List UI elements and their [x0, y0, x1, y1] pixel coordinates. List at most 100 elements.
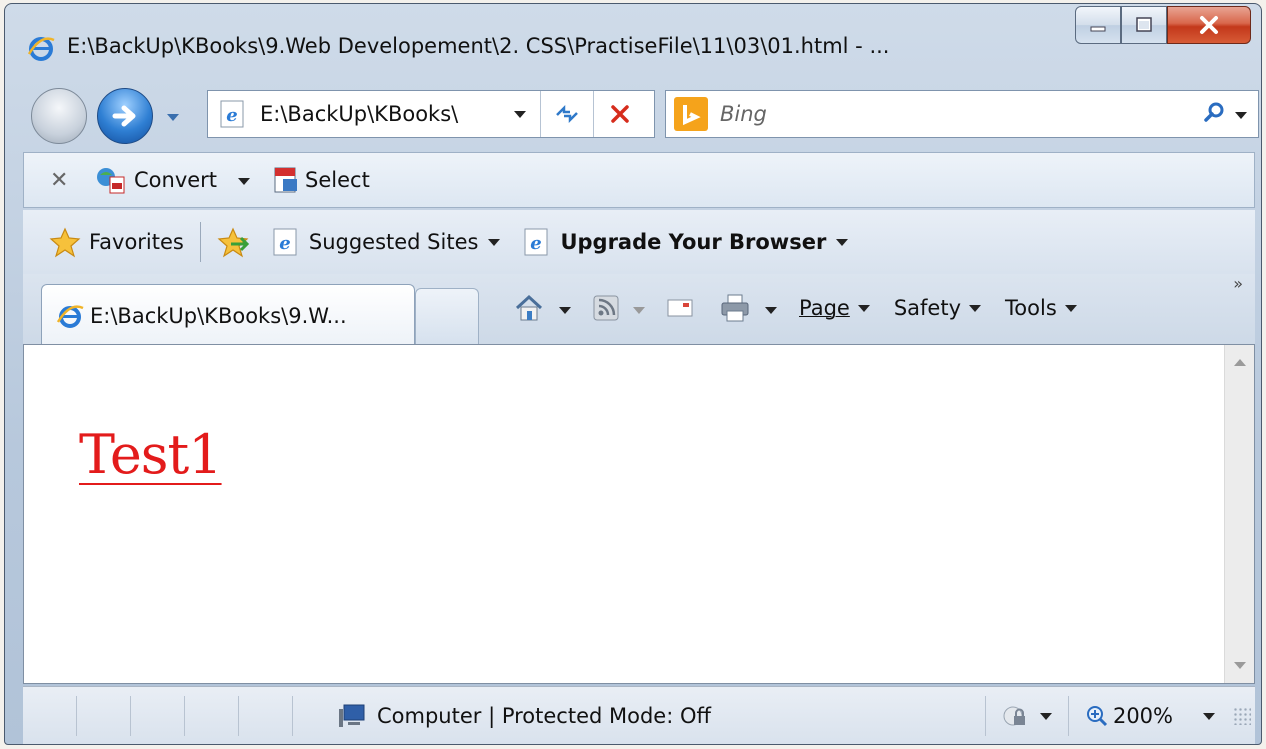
read-mail-button[interactable]	[667, 298, 693, 318]
maximize-button[interactable]	[1121, 6, 1167, 44]
search-input[interactable]: Bing	[720, 102, 1202, 126]
select-pdf-icon	[274, 167, 298, 193]
search-icon	[1204, 102, 1224, 122]
convert-button[interactable]: Convert	[94, 165, 217, 195]
resize-grip[interactable]	[1233, 707, 1251, 725]
suggested-sites-label: Suggested Sites	[308, 230, 479, 254]
convert-label: Convert	[134, 168, 218, 192]
svg-text:e: e	[279, 233, 290, 254]
security-zone[interactable]: Computer | Protected Mode: Off	[337, 703, 711, 729]
tab-row: E:\BackUp\KBooks\9.W... Page Safety Tool…	[23, 274, 1255, 346]
page-menu[interactable]: Page	[799, 296, 870, 320]
zoom-button[interactable]: 200%	[1085, 704, 1215, 728]
status-cell	[185, 695, 239, 736]
suggested-sites-button[interactable]: e Suggested Sites	[271, 227, 501, 257]
vertical-scrollbar[interactable]	[1224, 345, 1254, 683]
chevron-down-icon	[857, 304, 870, 312]
ie-page-icon: e	[273, 228, 297, 256]
bing-logo-icon	[674, 97, 708, 131]
zoom-icon	[1086, 706, 1108, 727]
add-favorite-icon	[217, 227, 249, 258]
chevron-down-icon	[969, 304, 982, 312]
ie-page-icon: e	[220, 100, 244, 128]
status-cell	[131, 695, 185, 736]
upgrade-browser-label: Upgrade Your Browser	[560, 230, 827, 254]
chevron-down-icon	[1203, 712, 1215, 720]
status-divider	[984, 696, 986, 736]
home-button[interactable]	[513, 292, 545, 324]
tools-menu-label: Tools	[1005, 296, 1057, 320]
favorites-bar: Favorites e Suggested Sites e Upgrade Yo…	[23, 210, 1255, 274]
recent-pages-dropdown[interactable]	[165, 108, 181, 127]
status-cell	[23, 695, 77, 736]
favorites-button[interactable]: Favorites	[49, 226, 184, 258]
scroll-down-icon[interactable]	[1234, 662, 1246, 669]
close-icon	[1200, 16, 1218, 34]
chevron-down-icon	[633, 306, 645, 314]
home-icon	[515, 294, 543, 321]
star-icon	[49, 227, 81, 258]
ie-logo-icon	[27, 37, 55, 61]
favorites-separator	[199, 222, 201, 262]
more-commands-button[interactable]: »	[1233, 274, 1243, 293]
favorites-label: Favorites	[89, 230, 184, 254]
refresh-button[interactable]	[541, 91, 593, 137]
chevron-down-icon	[559, 306, 571, 314]
rss-feed-icon	[593, 295, 619, 321]
upgrade-browser-button[interactable]: e Upgrade Your Browser	[522, 227, 849, 257]
stop-icon	[611, 105, 629, 123]
status-right: 200%	[969, 687, 1255, 744]
maximize-icon	[1136, 17, 1152, 32]
tab-current[interactable]: E:\BackUp\KBooks\9.W...	[41, 284, 415, 346]
address-bar[interactable]: e E:\BackUp\KBooks\	[207, 90, 655, 138]
close-toolbar-icon[interactable]: ✕	[50, 168, 80, 193]
chevron-down-icon	[765, 306, 777, 314]
arrow-right-icon	[112, 105, 136, 127]
feeds-button[interactable]	[593, 295, 619, 321]
svg-text:e: e	[531, 233, 542, 254]
search-button[interactable]	[1202, 100, 1226, 128]
select-button[interactable]: Select	[271, 165, 370, 195]
print-button[interactable]	[719, 293, 751, 323]
chevron-down-icon	[1039, 712, 1052, 720]
computer-icon	[339, 704, 365, 727]
new-tab-button[interactable]	[415, 288, 479, 344]
forward-button[interactable]	[97, 88, 153, 144]
chevron-down-icon	[167, 114, 179, 121]
address-dropdown[interactable]	[512, 105, 528, 124]
ie-page-icon: e	[524, 228, 548, 256]
select-label: Select	[305, 168, 370, 192]
convert-pdf-icon	[97, 168, 125, 194]
safety-menu[interactable]: Safety	[894, 296, 982, 320]
back-button[interactable]	[31, 88, 87, 144]
privacy-button[interactable]	[1002, 704, 1052, 728]
page-content: Test1	[23, 344, 1255, 684]
home-dropdown[interactable]	[559, 299, 571, 318]
refresh-icon	[556, 104, 578, 124]
browser-window: E:\BackUp\KBooks\9.Web Developement\2. C…	[4, 3, 1262, 745]
stop-button[interactable]	[594, 91, 646, 137]
search-options-dropdown[interactable]	[1234, 105, 1248, 124]
search-box[interactable]: Bing	[665, 90, 1259, 138]
printer-icon	[721, 294, 749, 322]
test1-link[interactable]: Test1	[79, 423, 223, 486]
print-dropdown[interactable]	[765, 299, 777, 318]
status-divider	[1067, 696, 1069, 736]
zoom-level: 200%	[1112, 704, 1173, 728]
scroll-up-icon[interactable]	[1234, 359, 1246, 366]
add-to-favorites-button[interactable]	[217, 226, 259, 258]
feeds-dropdown[interactable]	[633, 299, 645, 318]
close-button[interactable]	[1167, 6, 1251, 44]
minimize-icon	[1090, 26, 1106, 32]
convert-dropdown[interactable]	[237, 171, 251, 190]
address-input[interactable]: E:\BackUp\KBooks\	[260, 102, 500, 126]
tools-menu[interactable]: Tools	[1005, 296, 1077, 320]
svg-text:e: e	[226, 105, 237, 126]
window-title: E:\BackUp\KBooks\9.Web Developement\2. C…	[67, 34, 890, 58]
convert-toolbar: ✕ Convert Select	[23, 152, 1255, 208]
privacy-lock-icon	[1003, 706, 1025, 726]
chevron-down-icon	[514, 110, 526, 118]
navigation-bar: e E:\BackUp\KBooks\ Bing	[5, 82, 1261, 144]
chevron-down-icon	[238, 177, 251, 185]
minimize-button[interactable]	[1075, 6, 1121, 44]
